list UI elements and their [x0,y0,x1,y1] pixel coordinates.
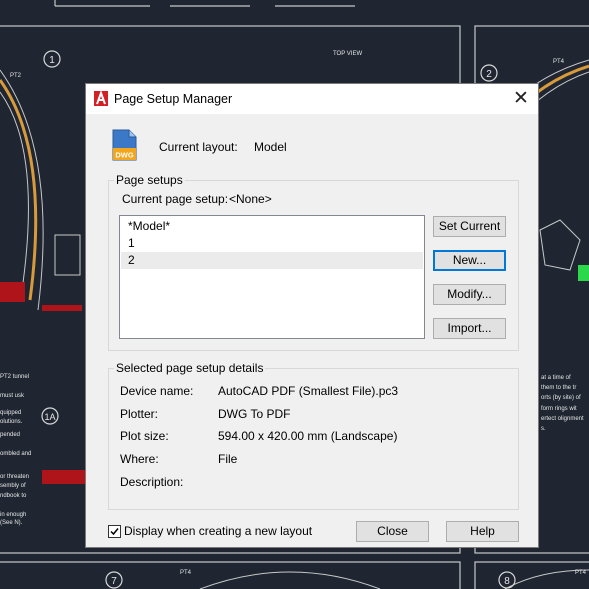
page-setups-group-label: Page setups [114,173,185,187]
svg-text:olutions.: olutions. [0,419,23,425]
display-new-layout-label[interactable]: Display when creating a new layout [124,524,312,538]
plotter-label: Plotter: [120,407,159,421]
point-label: PT4 [180,570,192,576]
svg-text:s.: s. [541,426,546,432]
current-page-setup-value: <None> [229,192,272,206]
plot-size-value: 594.00 x 420.00 mm (Landscape) [218,429,398,443]
svg-text:sembly of: sembly of [0,483,26,489]
view-marker-8: 8 [504,576,510,587]
dwg-file-icon: DWG [112,129,137,161]
autocad-logo-icon [94,91,108,106]
svg-text:in enough: in enough [0,512,26,518]
description-label: Description: [120,475,184,489]
set-current-button[interactable]: Set Current [433,216,506,237]
list-item[interactable]: 1 [121,235,423,252]
device-name-label: Device name: [120,384,194,398]
svg-text:must usk: must usk [0,393,25,399]
svg-text:DWG: DWG [115,151,133,160]
close-icon[interactable]: ✕ [510,88,532,110]
display-new-layout-checkbox[interactable] [108,525,121,538]
point-label: PT4 [575,570,587,576]
top-view-label: TOP VIEW [333,51,362,57]
svg-text:quipped: quipped [0,410,21,416]
where-label: Where: [120,452,159,466]
current-layout-value: Model [254,140,287,154]
svg-text:PT2 tunnel: PT2 tunnel [0,374,29,380]
title-bar[interactable]: Page Setup Manager ✕ [86,84,538,114]
checkmark-icon [110,528,119,536]
modify-button[interactable]: Modify... [433,284,506,305]
list-item[interactable]: 2 [121,252,423,269]
dialog-title: Page Setup Manager [114,92,233,106]
current-layout-label: Current layout: [159,140,238,154]
point-label: PT4 [553,59,565,65]
svg-text:ertect olignment: ertect olignment [541,416,584,422]
new-button[interactable]: New... [433,250,506,271]
page-setup-manager-dialog: Page Setup Manager ✕ DWG Current layout:… [85,83,539,548]
svg-text:ndbook to: ndbook to [0,493,27,499]
current-page-setup-label: Current page setup: [122,192,229,206]
svg-text:at a time of: at a time of [541,375,571,381]
svg-text:orts (by site) of: orts (by site) of [541,395,581,401]
device-name-value: AutoCAD PDF (Smallest File).pc3 [218,384,399,398]
help-button[interactable]: Help [446,521,519,542]
svg-text:form rings wit: form rings wit [541,406,577,412]
view-marker-7: 7 [111,576,117,587]
view-marker-2: 2 [486,69,492,80]
view-marker-1: 1 [49,55,55,66]
page-setups-list[interactable]: *Model* 1 2 [119,215,425,339]
list-item[interactable]: *Model* [121,218,423,235]
where-value: File [218,452,238,466]
import-button[interactable]: Import... [433,318,506,339]
svg-text:pended: pended [0,432,20,438]
plotter-value: DWG To PDF [218,407,291,421]
close-button[interactable]: Close [356,521,429,542]
point-label: PT2 [10,73,22,79]
svg-text:ombled and: ombled and [0,451,31,457]
svg-text:them to the tr: them to the tr [541,385,576,391]
plot-size-label: Plot size: [120,429,169,443]
svg-text:or threaten: or threaten [0,474,29,480]
svg-text:(See N).: (See N). [0,520,23,526]
view-marker-1a: 1A [44,412,55,422]
details-group-label: Selected page setup details [114,361,266,375]
